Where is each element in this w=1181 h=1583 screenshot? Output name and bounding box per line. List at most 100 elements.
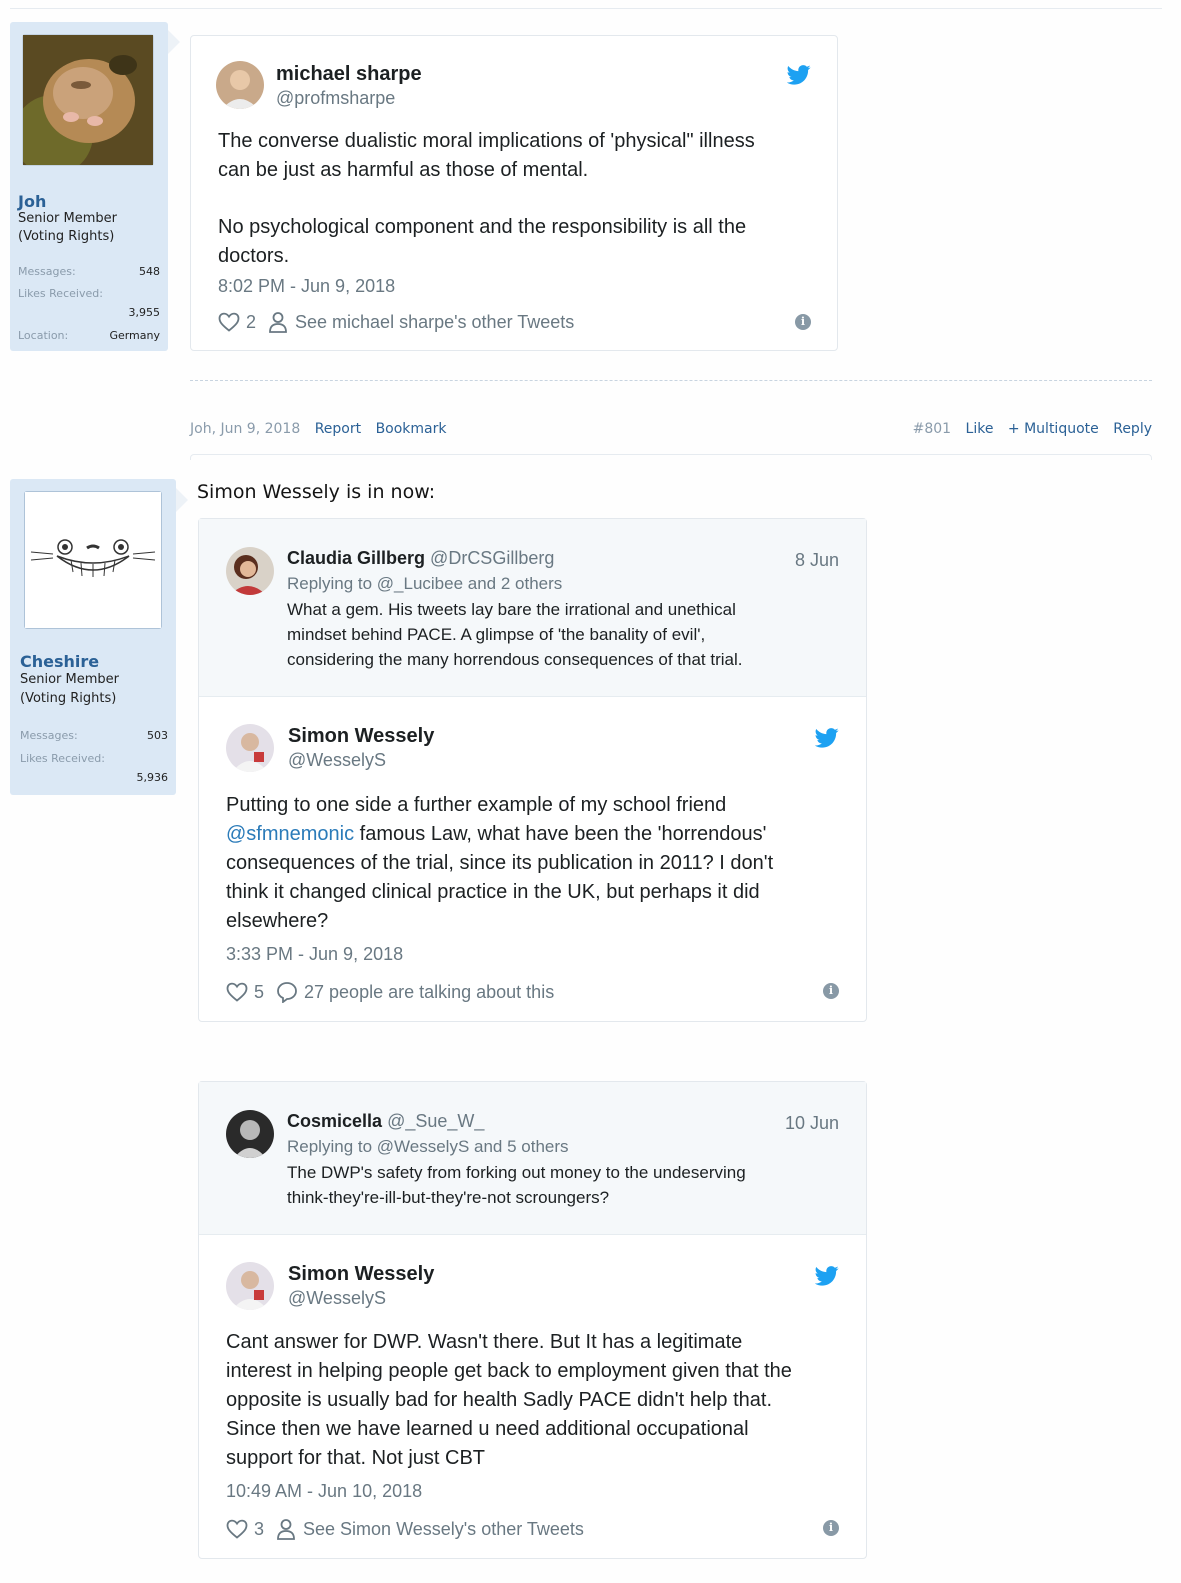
multiquote-link[interactable]: + Multiquote	[1008, 421, 1099, 437]
twitter-bird-icon[interactable]	[815, 728, 839, 748]
likes-stat: Likes Received: 5,936	[20, 752, 168, 784]
tweet-text-line: Cant answer for DWP. Wasn't there. But I…	[226, 1331, 743, 1353]
messages-label: Messages:	[18, 265, 76, 278]
top-divider	[10, 8, 1162, 9]
tweet-embed[interactable]: Claudia Gillberg @DrCSGillberg 8 Jun Rep…	[198, 518, 867, 1022]
member-card-cheshire: Cheshire Senior Member (Voting Rights) M…	[10, 479, 176, 795]
reply-author-avatar[interactable]	[226, 1110, 274, 1158]
tweet-text-line: consequences of the trial, since its pub…	[226, 852, 774, 874]
tweet-embed[interactable]: michael sharpe @profmsharpe The converse…	[190, 35, 838, 351]
dormouse-avatar-image	[13, 35, 153, 175]
tweet-text-line: Putting to one side a further example of…	[226, 794, 727, 816]
tweet-author-handle[interactable]: @WesselyS	[288, 1288, 386, 1309]
tweet-actions: 5 27 people are talking about this	[226, 981, 554, 1003]
tweet-text-line: can be just as harmful as those of menta…	[218, 159, 589, 181]
tweet-text-line: @sfmnemonic famous Law, what have been t…	[226, 820, 766, 849]
location-value: Germany	[109, 329, 160, 342]
quoted-reply[interactable]: Claudia Gillberg @DrCSGillberg 8 Jun Rep…	[199, 519, 866, 697]
username[interactable]: Cheshire	[20, 652, 99, 671]
tweet-text-line: opposite is usually bad for health Sadly…	[226, 1389, 773, 1411]
heart-icon[interactable]	[218, 312, 240, 332]
person-photo-icon	[226, 1110, 274, 1158]
talking-about-link[interactable]: 27 people are talking about this	[304, 982, 554, 1003]
tweet-text-line: support for that. Not just CBT	[226, 1447, 485, 1469]
report-link[interactable]: Report	[315, 421, 361, 437]
reply-author-name[interactable]: Claudia Gillberg	[287, 548, 425, 568]
like-link[interactable]: Like	[966, 421, 994, 437]
reply-text-line: What a gem. His tweets lay bare the irra…	[287, 600, 736, 619]
reply-text-line: considering the many horrendous conseque…	[287, 650, 743, 669]
reply-author-name[interactable]: Cosmicella	[287, 1111, 382, 1131]
tweet-author-name[interactable]: michael sharpe	[276, 63, 422, 86]
person-icon[interactable]	[268, 311, 288, 333]
avatar[interactable]	[13, 34, 154, 175]
comment-icon[interactable]	[276, 981, 298, 1003]
twitter-bird-icon[interactable]	[787, 65, 811, 85]
person-icon[interactable]	[276, 1518, 296, 1540]
heart-icon[interactable]	[226, 1519, 248, 1539]
info-icon[interactable]: i	[823, 983, 839, 999]
cheshire-grin-avatar-image	[25, 492, 161, 628]
tweet-author-avatar[interactable]	[216, 61, 264, 109]
mention-link[interactable]: @sfmnemonic	[226, 823, 354, 845]
reply-author-avatar[interactable]	[226, 547, 274, 595]
tweet-text-line: think it changed clinical practice in th…	[226, 881, 760, 903]
tweet-text-line: Since then we have learned u need additi…	[226, 1418, 749, 1440]
person-photo-icon	[226, 1262, 274, 1310]
like-count[interactable]: 2	[246, 312, 256, 333]
info-icon[interactable]: i	[823, 1520, 839, 1536]
avatar[interactable]	[24, 491, 162, 629]
tweet-timestamp[interactable]: 10:49 AM - Jun 10, 2018	[226, 1481, 422, 1502]
tweet-timestamp[interactable]: 3:33 PM - Jun 9, 2018	[226, 944, 403, 965]
tweet-timestamp[interactable]: 8:02 PM - Jun 9, 2018	[218, 276, 395, 297]
reply-date[interactable]: 8 Jun	[795, 550, 839, 571]
quoted-reply[interactable]: Cosmicella @_Sue_W_ 10 Jun Replying to @…	[199, 1082, 866, 1235]
username[interactable]: Joh	[18, 192, 46, 211]
reply-date[interactable]: 10 Jun	[785, 1113, 839, 1134]
user-rights: (Voting Rights)	[18, 229, 115, 244]
twitter-bird-icon[interactable]	[815, 1266, 839, 1286]
post-actions: #801 Like + Multiquote Reply	[913, 421, 1152, 437]
replying-to[interactable]: Replying to @WesselyS and 5 others	[287, 1137, 569, 1157]
tweet-author-handle[interactable]: @profmsharpe	[276, 88, 395, 109]
info-icon[interactable]: i	[795, 314, 811, 330]
person-photo-icon	[226, 724, 274, 772]
see-other-tweets-link[interactable]: See michael sharpe's other Tweets	[295, 312, 574, 333]
bookmark-link[interactable]: Bookmark	[376, 421, 447, 437]
reply-text-line: mindset behind PACE. A glimpse of 'the b…	[287, 625, 706, 644]
reply-author-handle[interactable]: @_Sue_W_	[387, 1111, 484, 1131]
post-number[interactable]: #801	[913, 421, 951, 437]
tweet-author-name[interactable]: Simon Wessely	[288, 725, 434, 748]
tweet-author-handle[interactable]: @WesselyS	[288, 750, 386, 771]
replying-to[interactable]: Replying to @_Lucibee and 2 others	[287, 574, 562, 594]
reply-text-line: think-they're-ill-but-they're-not scroun…	[287, 1188, 610, 1207]
reply-author[interactable]: Cosmicella @_Sue_W_	[287, 1111, 484, 1132]
tweet-text-line: doctors.	[218, 245, 290, 267]
post-intro-text: Simon Wessely is in now:	[197, 481, 436, 503]
location-stat: Location: Germany	[18, 329, 160, 342]
tweet-text-fragment: famous Law, what have been the 'horrendo…	[354, 823, 767, 845]
likes-stat: Likes Received: 3,955	[18, 287, 160, 319]
likes-label: Likes Received:	[18, 287, 103, 300]
user-title: Senior Member	[20, 672, 120, 687]
tweet-text-line: No psychological component and the respo…	[218, 216, 747, 238]
heart-icon[interactable]	[226, 982, 248, 1002]
user-rights: (Voting Rights)	[20, 691, 117, 706]
tweet-author-name[interactable]: Simon Wessely	[288, 1263, 434, 1286]
like-count[interactable]: 3	[254, 1519, 264, 1540]
post-meta[interactable]: Joh, Jun 9, 2018	[190, 421, 300, 437]
person-photo-icon	[226, 547, 274, 595]
like-count[interactable]: 5	[254, 982, 264, 1003]
person-photo-icon	[216, 61, 264, 109]
reply-author-handle[interactable]: @DrCSGillberg	[430, 548, 554, 568]
likes-value: 5,936	[136, 771, 169, 784]
tweet-embed[interactable]: Cosmicella @_Sue_W_ 10 Jun Replying to @…	[198, 1081, 867, 1559]
reply-link[interactable]: Reply	[1113, 421, 1152, 437]
message-arrow	[168, 30, 180, 54]
see-other-tweets-link[interactable]: See Simon Wessely's other Tweets	[303, 1519, 584, 1540]
reply-author[interactable]: Claudia Gillberg @DrCSGillberg	[287, 548, 554, 569]
post-footer: Joh, Jun 9, 2018 Report Bookmark #801 Li…	[190, 421, 1152, 437]
tweet-author-avatar[interactable]	[226, 724, 274, 772]
tweet-author-avatar[interactable]	[226, 1262, 274, 1310]
post-separator	[190, 380, 1152, 381]
